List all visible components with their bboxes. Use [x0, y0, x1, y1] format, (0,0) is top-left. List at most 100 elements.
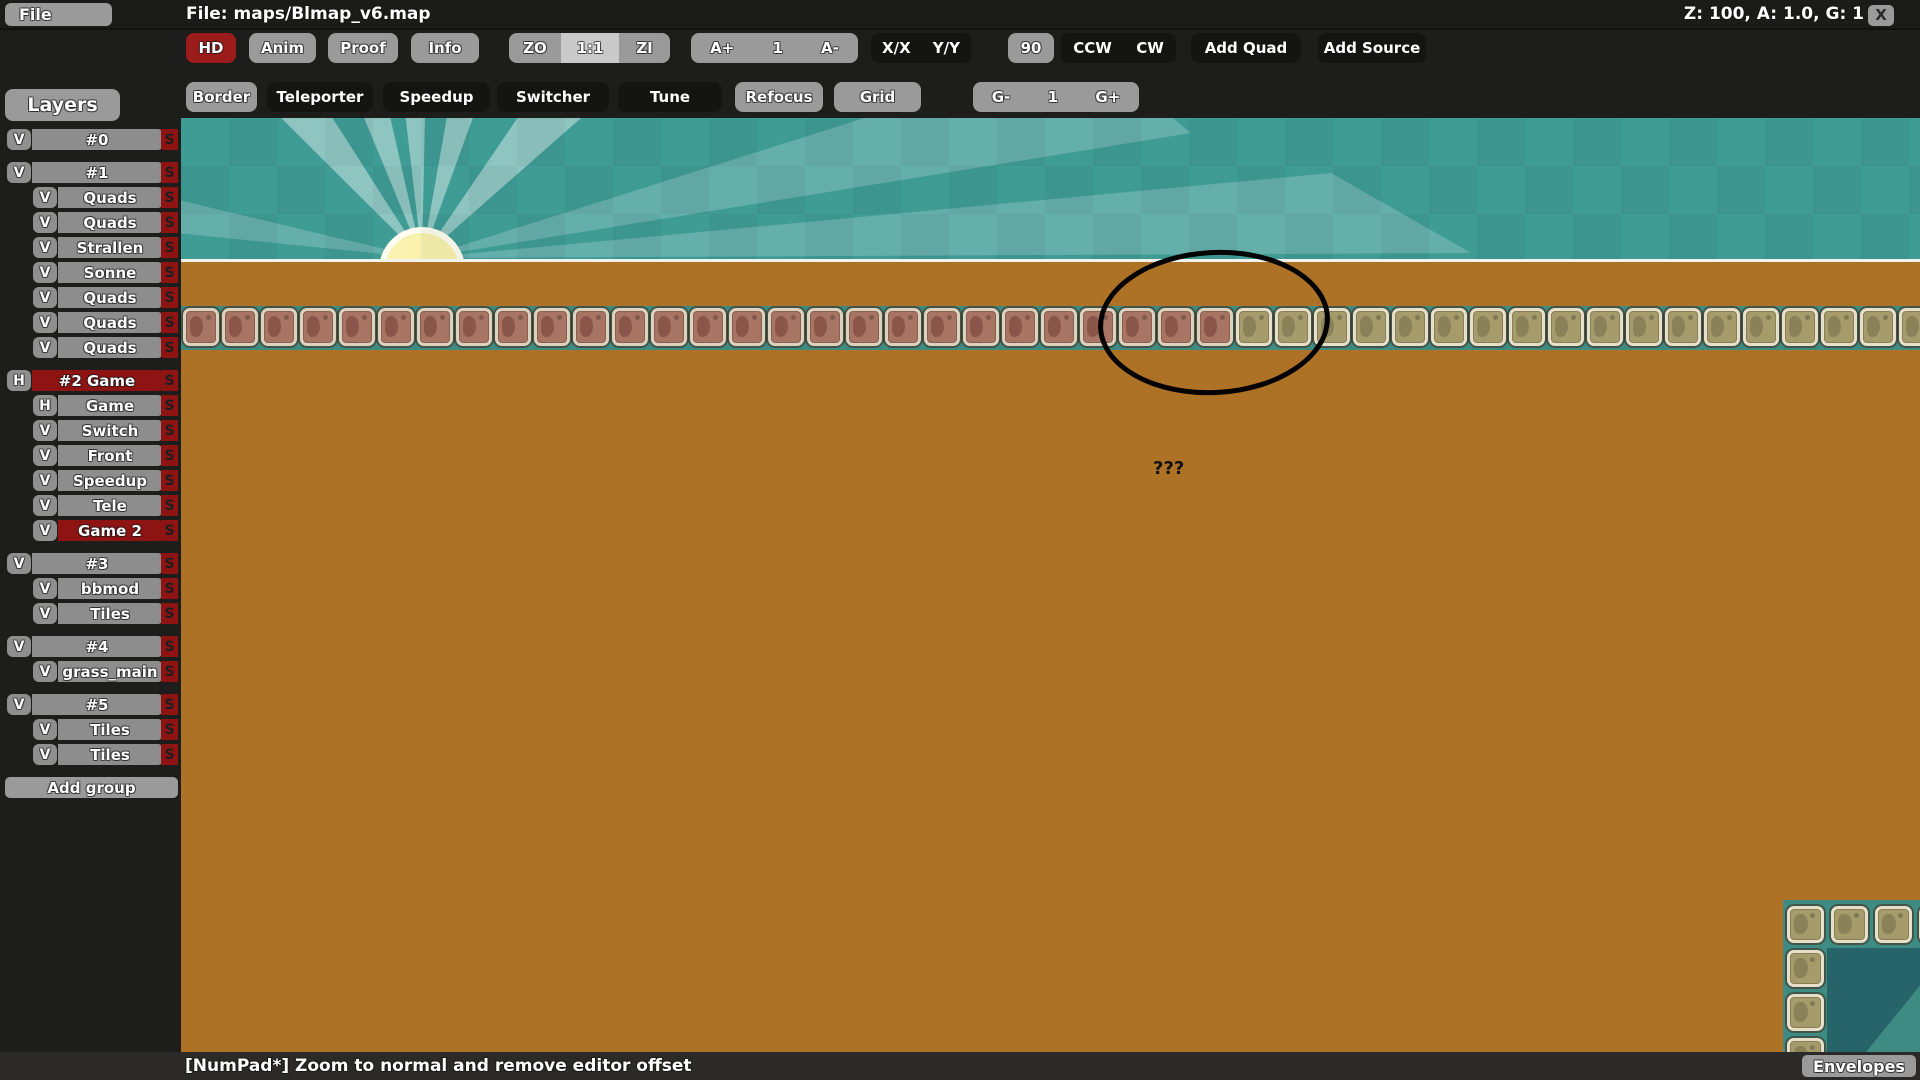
layer-name-label[interactable]: Quads — [58, 187, 162, 208]
layer-s-badge[interactable]: S — [161, 719, 178, 740]
visibility-on-toggle[interactable]: V — [33, 262, 57, 283]
visibility-on-toggle[interactable]: V — [33, 337, 57, 358]
layer-name-label[interactable]: Quads — [58, 337, 162, 358]
layer-row-quads[interactable]: VQuadsS — [0, 337, 181, 358]
visibility-on-toggle[interactable]: V — [33, 420, 57, 441]
layer-s-badge[interactable]: S — [161, 312, 178, 333]
layer-s-badge[interactable]: S — [161, 520, 178, 541]
layer-row--4[interactable]: V#4S — [0, 636, 181, 657]
layer-name-label[interactable]: Switch — [58, 420, 162, 441]
grid-increase-button[interactable]: G+ — [1095, 88, 1120, 106]
switcher-button[interactable]: Switcher — [497, 82, 609, 112]
visibility-on-toggle[interactable]: V — [33, 287, 57, 308]
anim-speed-decrease-button[interactable]: A- — [821, 39, 839, 57]
layer-name-label[interactable]: Game — [58, 395, 162, 416]
layer-name-label[interactable]: Strallen — [58, 237, 162, 258]
visibility-on-toggle[interactable]: V — [7, 636, 31, 657]
rotate-amount-value[interactable]: 90 — [1008, 33, 1054, 63]
layer-row-quads[interactable]: VQuadsS — [0, 187, 181, 208]
layer-s-badge[interactable]: S — [161, 661, 178, 682]
layer-s-badge[interactable]: S — [161, 744, 178, 765]
layer-row--5[interactable]: V#5S — [0, 694, 181, 715]
visibility-on-toggle[interactable]: V — [33, 470, 57, 491]
layer-s-badge[interactable]: S — [161, 162, 178, 183]
visibility-on-toggle[interactable]: V — [7, 129, 31, 150]
layer-row-quads[interactable]: VQuadsS — [0, 212, 181, 233]
layer-row-grass-main[interactable]: Vgrass_mainS — [0, 661, 181, 682]
layer-s-badge[interactable]: S — [161, 470, 178, 491]
flip-x-button[interactable]: X/X — [882, 39, 911, 57]
layer-s-badge[interactable]: S — [161, 553, 178, 574]
close-icon[interactable]: X — [1868, 5, 1894, 26]
layer-name-label[interactable]: Quads — [58, 312, 162, 333]
add-quad-button[interactable]: Add Quad — [1191, 33, 1301, 63]
visibility-on-toggle[interactable]: V — [33, 661, 57, 682]
layer-row-quads[interactable]: VQuadsS — [0, 312, 181, 333]
layer-name-label[interactable]: Tiles — [58, 719, 162, 740]
layer-row--0[interactable]: V#0S — [0, 129, 181, 150]
add-group-button[interactable]: Add group — [5, 777, 178, 798]
layer-name-label[interactable]: #1 — [32, 162, 162, 183]
layer-s-badge[interactable]: S — [161, 129, 178, 150]
layer-row-game[interactable]: HGameS — [0, 395, 181, 416]
visibility-on-toggle[interactable]: V — [33, 495, 57, 516]
teleporter-button[interactable]: Teleporter — [267, 82, 373, 112]
visibility-off-toggle[interactable]: H — [7, 370, 31, 391]
layer-name-label[interactable]: Quads — [58, 287, 162, 308]
layer-s-badge[interactable]: S — [161, 636, 178, 657]
layer-row-switch[interactable]: VSwitchS — [0, 420, 181, 441]
visibility-on-toggle[interactable]: V — [33, 445, 57, 466]
envelopes-button[interactable]: Envelopes — [1802, 1055, 1916, 1077]
visibility-on-toggle[interactable]: V — [33, 312, 57, 333]
grid-button[interactable]: Grid — [834, 82, 921, 112]
map-editor-canvas[interactable]: ??? — [181, 118, 1920, 1052]
rotate-cw-button[interactable]: CW — [1136, 39, 1164, 57]
visibility-on-toggle[interactable]: V — [33, 603, 57, 624]
info-toggle-button[interactable]: Info — [411, 33, 479, 63]
layer-row-sonne[interactable]: VSonneS — [0, 262, 181, 283]
layer-s-badge[interactable]: S — [161, 370, 178, 391]
layer-row-tiles[interactable]: VTilesS — [0, 744, 181, 765]
file-menu-button[interactable]: File — [5, 3, 112, 26]
layer-name-label[interactable]: #4 — [32, 636, 162, 657]
layer-s-badge[interactable]: S — [161, 603, 178, 624]
layer-row-tiles[interactable]: VTilesS — [0, 719, 181, 740]
layer-name-label[interactable]: #3 — [32, 553, 162, 574]
speedup-button[interactable]: Speedup — [383, 82, 490, 112]
border-button[interactable]: Border — [186, 82, 257, 112]
visibility-on-toggle[interactable]: V — [33, 237, 57, 258]
layer-name-label[interactable]: Speedup — [58, 470, 162, 491]
zoom-normal-button[interactable]: 1:1 — [561, 33, 619, 63]
layer-s-badge[interactable]: S — [161, 578, 178, 599]
layer-name-label[interactable]: Sonne — [58, 262, 162, 283]
layer-s-badge[interactable]: S — [161, 212, 178, 233]
layer-row-tiles[interactable]: VTilesS — [0, 603, 181, 624]
layer-name-label[interactable]: Game 2 — [58, 520, 162, 541]
rotate-ccw-button[interactable]: CCW — [1073, 39, 1112, 57]
layer-name-label[interactable]: #5 — [32, 694, 162, 715]
visibility-on-toggle[interactable]: V — [33, 578, 57, 599]
layer-s-badge[interactable]: S — [161, 495, 178, 516]
layer-row--1[interactable]: V#1S — [0, 162, 181, 183]
layer-s-badge[interactable]: S — [161, 287, 178, 308]
layer-s-badge[interactable]: S — [161, 395, 178, 416]
proof-toggle-button[interactable]: Proof — [328, 33, 398, 63]
visibility-on-toggle[interactable]: V — [33, 744, 57, 765]
layer-row--3[interactable]: V#3S — [0, 553, 181, 574]
visibility-on-toggle[interactable]: V — [33, 212, 57, 233]
layer-name-label[interactable]: #0 — [32, 129, 162, 150]
layer-s-badge[interactable]: S — [161, 187, 178, 208]
layer-name-label[interactable]: grass_main — [58, 661, 162, 682]
layer-name-label[interactable]: Tiles — [58, 744, 162, 765]
layer-row--2-game[interactable]: H#2 GameS — [0, 370, 181, 391]
layer-row-bbmod[interactable]: VbbmodS — [0, 578, 181, 599]
layer-s-badge[interactable]: S — [161, 337, 178, 358]
hd-toggle-button[interactable]: HD — [186, 33, 236, 63]
layer-name-label[interactable]: Tele — [58, 495, 162, 516]
layer-row-game-2[interactable]: VGame 2S — [0, 520, 181, 541]
visibility-on-toggle[interactable]: V — [7, 553, 31, 574]
layer-name-label[interactable]: #2 Game — [32, 370, 162, 391]
layer-s-badge[interactable]: S — [161, 694, 178, 715]
layer-s-badge[interactable]: S — [161, 420, 178, 441]
visibility-off-toggle[interactable]: H — [33, 395, 57, 416]
